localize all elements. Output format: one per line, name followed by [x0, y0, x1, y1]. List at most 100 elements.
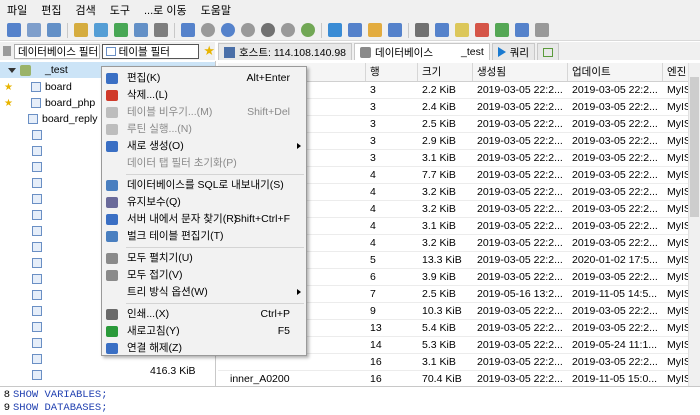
- tab-host[interactable]: 호스트: 114.108.140.98: [218, 43, 353, 60]
- menu-item-4[interactable]: ...로 이동: [137, 2, 194, 18]
- context-menu-item-18[interactable]: 연결 해제(Z): [102, 340, 306, 357]
- menu-item-3[interactable]: 도구: [103, 2, 137, 18]
- cell-created: 2019-03-05 22:2...: [477, 254, 563, 266]
- menu-bar: 파일 편집 검색 도구 ...로 이동 도움말: [0, 0, 700, 20]
- menu-item-2[interactable]: 검색: [69, 2, 103, 18]
- context-menu-item-9[interactable]: 서버 내에서 문자 찾기(R) Shift+Ctrl+F: [102, 211, 306, 228]
- context-menu-item-1[interactable]: 삭제...(L): [102, 87, 306, 104]
- connect-icon[interactable]: [7, 23, 21, 37]
- tree-table-row[interactable]: [0, 335, 42, 351]
- context-menu-item-8[interactable]: 유지보수(Q): [102, 194, 306, 211]
- tree-table-row[interactable]: [0, 127, 42, 143]
- database-filter-input[interactable]: 데이터베이스 필터: [13, 43, 100, 59]
- copy-icon[interactable]: [47, 23, 61, 37]
- menu-item-0[interactable]: 파일: [0, 2, 34, 18]
- database-icon: [20, 64, 31, 76]
- context-menu-item-5[interactable]: 데이터 탭 필터 초기화(P): [102, 155, 306, 172]
- context-menu-item-4[interactable]: 새로 생성(O): [102, 138, 306, 155]
- export-icon[interactable]: [388, 23, 402, 37]
- paste-icon[interactable]: [74, 23, 88, 37]
- table-icon: [32, 322, 42, 332]
- tree-table-row[interactable]: [0, 287, 42, 303]
- table-filter-input[interactable]: 테이블 필터: [101, 43, 200, 59]
- tree-table-row[interactable]: [0, 239, 42, 255]
- settings-icon[interactable]: [535, 23, 549, 37]
- tab-database[interactable]: 데이터베이스 _test: [354, 43, 490, 60]
- scrollbar-thumb[interactable]: [690, 77, 699, 217]
- tree-table-row[interactable]: [0, 367, 42, 383]
- tree-table-row[interactable]: [0, 175, 42, 191]
- edit-icon[interactable]: [455, 23, 469, 37]
- print-icon[interactable]: [154, 23, 168, 37]
- table-row[interactable]: inner_A0200 16 70.4 KiB 2019-03-05 22:2... 2…: [218, 371, 700, 386]
- tree-table-row[interactable]: [0, 319, 42, 335]
- chevron-down-icon[interactable]: [8, 67, 16, 73]
- context-menu-item-10[interactable]: 벌크 테이블 편집기(T): [102, 228, 306, 245]
- folder-icon[interactable]: [368, 23, 382, 37]
- cell-rows: 7: [370, 288, 376, 300]
- next-icon[interactable]: [261, 23, 275, 37]
- user-icon[interactable]: [515, 23, 529, 37]
- grid-header-3[interactable]: 업데이트: [568, 63, 663, 81]
- table-icon[interactable]: [415, 23, 429, 37]
- context-menu-item-14[interactable]: 트리 방식 옵션(W): [102, 284, 306, 301]
- add-icon[interactable]: [495, 23, 509, 37]
- grid-header-2[interactable]: 생성됨: [473, 63, 568, 81]
- favorite-star-icon[interactable]: ★: [4, 82, 13, 93]
- tree-table-row[interactable]: [0, 303, 42, 319]
- first-icon[interactable]: [201, 23, 215, 37]
- cell-updated: 2019-03-05 22:2...: [572, 135, 658, 147]
- cell-rows: 3: [370, 101, 376, 113]
- context-menu-item-17[interactable]: 새로고침(Y) F5: [102, 323, 306, 340]
- favorite-star-icon[interactable]: ★: [4, 98, 13, 109]
- tree-table-row[interactable]: [0, 271, 42, 287]
- run-icon[interactable]: [348, 23, 362, 37]
- vertical-scrollbar[interactable]: [688, 63, 700, 386]
- context-menu-item-13[interactable]: 모두 접기(V): [102, 267, 306, 284]
- context-menu-item-2[interactable]: 테이블 비우기...(M) Shift+Del: [102, 104, 306, 121]
- help-icon[interactable]: [181, 23, 195, 37]
- stop-icon[interactable]: [241, 23, 255, 37]
- context-menu-label: 루틴 실행...(N): [127, 123, 192, 135]
- context-menu-item-0[interactable]: 편집(K) Alt+Enter: [102, 70, 306, 87]
- tree-table-row[interactable]: [0, 207, 42, 223]
- tree-table-row[interactable]: [0, 143, 42, 159]
- refresh-icon: [106, 326, 118, 337]
- tree-table-row[interactable]: [0, 351, 42, 367]
- delete-icon[interactable]: [475, 23, 489, 37]
- check-icon[interactable]: [301, 23, 315, 37]
- grid-header-1[interactable]: 크기: [418, 63, 473, 81]
- context-menu-item-3[interactable]: 루틴 실행...(N): [102, 121, 306, 138]
- save-icon[interactable]: [94, 23, 108, 37]
- context-menu-item-12[interactable]: 모두 펼치기(U): [102, 250, 306, 267]
- tree-table-board_php[interactable]: ★ board_php: [0, 95, 95, 111]
- context-menu-label: 트리 방식 옵션(W): [127, 286, 208, 298]
- cell-updated: 2019-03-05 22:2...: [572, 152, 658, 164]
- import-icon[interactable]: [134, 23, 148, 37]
- cell-rows: 14: [370, 339, 382, 351]
- tree-table-row[interactable]: [0, 159, 42, 175]
- tab-query[interactable]: 쿼리: [491, 43, 536, 60]
- prev-icon[interactable]: [221, 23, 235, 37]
- sql-editor[interactable]: 8 SHOW VARIABLES; 9 SHOW DATABASES;: [0, 386, 700, 415]
- grid-header-0[interactable]: 행: [366, 63, 418, 81]
- context-menu-label: 서버 내에서 문자 찾기(R): [127, 213, 238, 225]
- refresh-icon[interactable]: [114, 23, 128, 37]
- tree-table-row[interactable]: [0, 223, 42, 239]
- play-icon[interactable]: [328, 23, 342, 37]
- cell-updated: 2019-03-05 22:2...: [572, 84, 658, 96]
- run-routine-icon: [106, 124, 118, 135]
- context-menu-item-16[interactable]: 인쇄...(X) Ctrl+P: [102, 306, 306, 323]
- grid-icon[interactable]: [435, 23, 449, 37]
- disconnect-icon[interactable]: [27, 23, 41, 37]
- tree-table-board_reply[interactable]: board_reply: [0, 111, 97, 127]
- tree-table-row[interactable]: [0, 255, 42, 271]
- tree-table-board[interactable]: ★ board: [0, 79, 72, 95]
- context-menu-item-7[interactable]: 데이터베이스를 SQL로 내보내기(S): [102, 177, 306, 194]
- favorite-star-icon[interactable]: ★: [203, 43, 215, 59]
- new-tab-button[interactable]: [537, 43, 560, 60]
- tree-table-row[interactable]: [0, 191, 42, 207]
- menu-item-1[interactable]: 편집: [34, 2, 68, 18]
- menu-item-5[interactable]: 도움말: [194, 2, 238, 18]
- last-icon[interactable]: [281, 23, 295, 37]
